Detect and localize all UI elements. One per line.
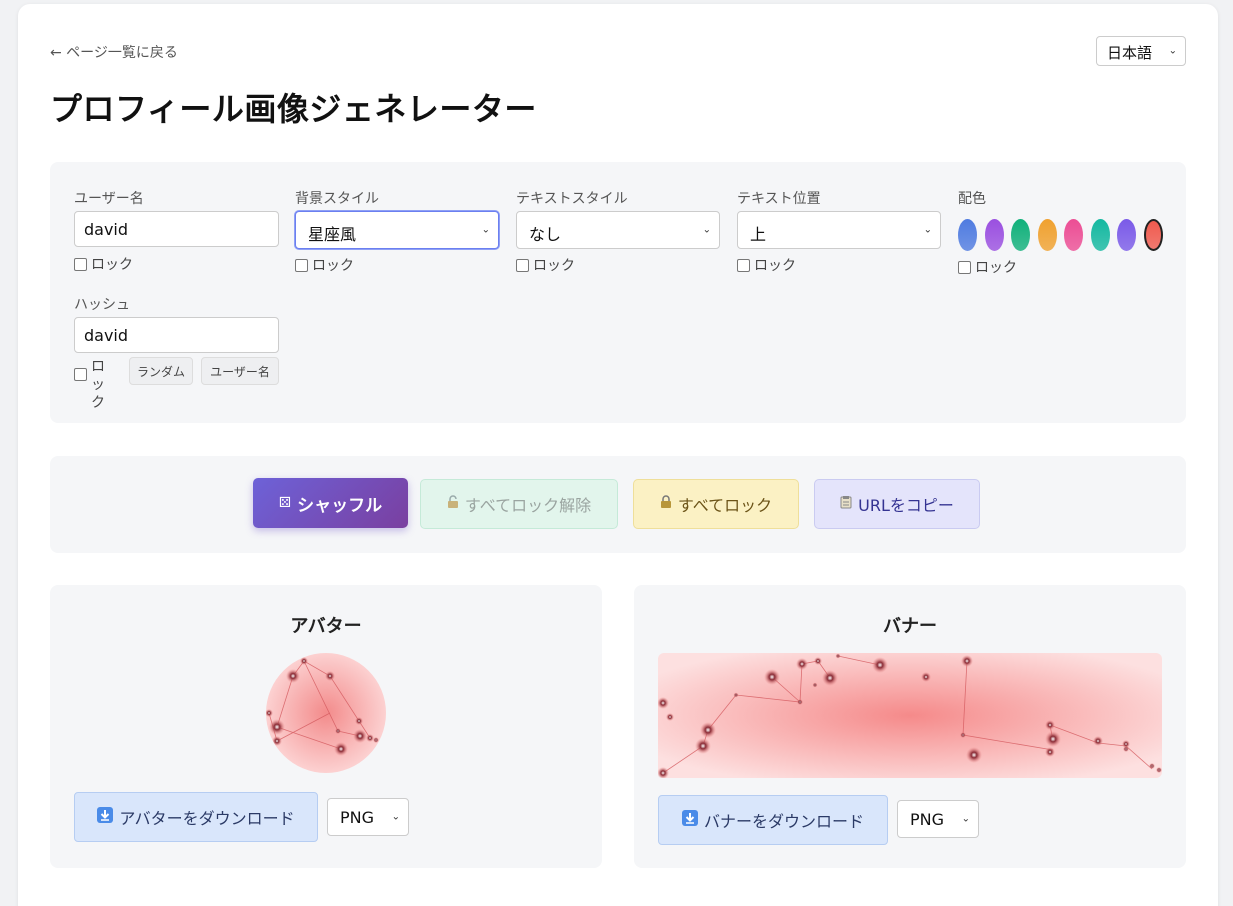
- banner-title: バナー: [883, 616, 937, 637]
- text-style-value: なし: [529, 225, 562, 244]
- settings-panel: ユーザー名 david ロック 背景スタイル 星座風 ⌄ ロック テキストスタイ…: [50, 162, 1186, 423]
- username-lock-checkbox[interactable]: [74, 257, 87, 271]
- avatar-format-select[interactable]: PNG ⌄: [327, 798, 409, 836]
- palette-swatch[interactable]: [984, 219, 1004, 251]
- lock-all-label: すべてロック: [677, 496, 773, 515]
- bg-style-label: 背景スタイル: [295, 191, 379, 207]
- username-lock[interactable]: ロック: [74, 254, 133, 274]
- text-style-select[interactable]: なし ⌄: [516, 211, 720, 249]
- download-icon: [681, 810, 698, 830]
- chevron-down-icon: ⌄: [481, 224, 490, 236]
- palette-swatch[interactable]: [1117, 219, 1136, 251]
- palette-lock-checkbox[interactable]: [958, 260, 971, 274]
- unlock-icon: [447, 495, 459, 513]
- palette-swatch[interactable]: [1143, 219, 1163, 251]
- unlock-all-button[interactable]: すべてロック解除: [420, 479, 618, 529]
- hash-label: ハッシュ: [74, 297, 130, 313]
- lock-icon: [660, 495, 672, 513]
- back-link[interactable]: ← ページ一覧に戻る: [50, 42, 178, 62]
- text-position-lock-checkbox[interactable]: [737, 258, 750, 272]
- text-style-label: テキストスタイル: [516, 191, 628, 207]
- chevron-down-icon: ⌄: [961, 813, 970, 825]
- avatar-title: アバター: [290, 616, 362, 637]
- text-style-lock-label: ロック: [533, 258, 575, 274]
- palette-swatch[interactable]: [958, 219, 977, 251]
- banner-preview: [658, 653, 1162, 778]
- download-avatar-label: アバターをダウンロード: [119, 809, 295, 828]
- text-position-lock-label: ロック: [754, 258, 796, 274]
- text-position-label: テキスト位置: [737, 191, 821, 207]
- download-avatar-button[interactable]: アバターをダウンロード: [74, 792, 318, 842]
- palette-swatch[interactable]: [1037, 219, 1057, 251]
- palette-swatch[interactable]: [1011, 219, 1030, 251]
- lock-all-button[interactable]: すべてロック: [633, 479, 799, 529]
- bg-style-lock-checkbox[interactable]: [295, 258, 308, 272]
- banner-format-select[interactable]: PNG ⌄: [897, 800, 979, 838]
- avatar-panel: アバター アバターをダウンロード PNG ⌄: [50, 585, 602, 868]
- text-position-lock[interactable]: ロック: [737, 255, 796, 275]
- palette-swatch[interactable]: [1064, 219, 1083, 251]
- unlock-all-label: すべてロック解除: [464, 496, 592, 515]
- avatar-preview: [266, 653, 386, 773]
- text-style-lock-checkbox[interactable]: [516, 258, 529, 272]
- username-label: ユーザー名: [74, 191, 144, 207]
- hash-lock[interactable]: ロック: [74, 358, 109, 412]
- random-hash-button[interactable]: ランダム: [129, 357, 193, 385]
- language-select[interactable]: 日本語 ⌄: [1096, 36, 1186, 66]
- text-position-value: 上: [750, 225, 767, 244]
- page-title: プロフィール画像ジェネレーター: [50, 90, 537, 128]
- palette-label: 配色: [958, 191, 986, 207]
- palette-lock-label: ロック: [975, 260, 1017, 276]
- shuffle-button[interactable]: ⚄ シャッフル: [253, 478, 408, 528]
- clipboard-icon: [840, 495, 852, 513]
- palette-swatch[interactable]: [1090, 219, 1110, 251]
- text-style-lock[interactable]: ロック: [516, 255, 575, 275]
- dice-icon: ⚄: [278, 495, 292, 511]
- chevron-down-icon: ⌄: [391, 811, 400, 823]
- chevron-down-icon: ⌄: [923, 224, 932, 236]
- chevron-down-icon: ⌄: [702, 224, 711, 236]
- username-input[interactable]: david: [74, 211, 279, 247]
- actions-panel: ⚄ シャッフル すべてロック解除 すべてロック URLをコピー: [50, 456, 1186, 553]
- hash-lock-checkbox[interactable]: [74, 368, 87, 381]
- shuffle-label: シャッフル: [297, 495, 383, 516]
- text-position-select[interactable]: 上 ⌄: [737, 211, 941, 249]
- copy-url-label: URLをコピー: [858, 496, 954, 515]
- copy-url-button[interactable]: URLをコピー: [814, 479, 980, 529]
- language-value: 日本語: [1107, 44, 1153, 62]
- banner-panel: バナー バナーをダウンロード PNG ⌄: [634, 585, 1186, 868]
- use-username-button[interactable]: ユーザー名: [201, 357, 279, 385]
- palette-lock[interactable]: ロック: [958, 257, 1017, 277]
- download-banner-label: バナーをダウンロード: [703, 812, 864, 831]
- hash-input[interactable]: david: [74, 317, 279, 353]
- hash-lock-label: ロック: [91, 359, 105, 411]
- chevron-down-icon: ⌄: [1168, 45, 1177, 57]
- banner-format-value: PNG: [910, 810, 945, 829]
- download-icon: [97, 807, 114, 827]
- bg-style-lock-label: ロック: [312, 258, 354, 274]
- bg-style-lock[interactable]: ロック: [295, 255, 354, 275]
- bg-style-value: 星座風: [308, 225, 357, 244]
- download-banner-button[interactable]: バナーをダウンロード: [658, 795, 888, 845]
- bg-style-select[interactable]: 星座風 ⌄: [295, 211, 499, 249]
- username-lock-label: ロック: [91, 257, 133, 273]
- avatar-format-value: PNG: [340, 808, 375, 827]
